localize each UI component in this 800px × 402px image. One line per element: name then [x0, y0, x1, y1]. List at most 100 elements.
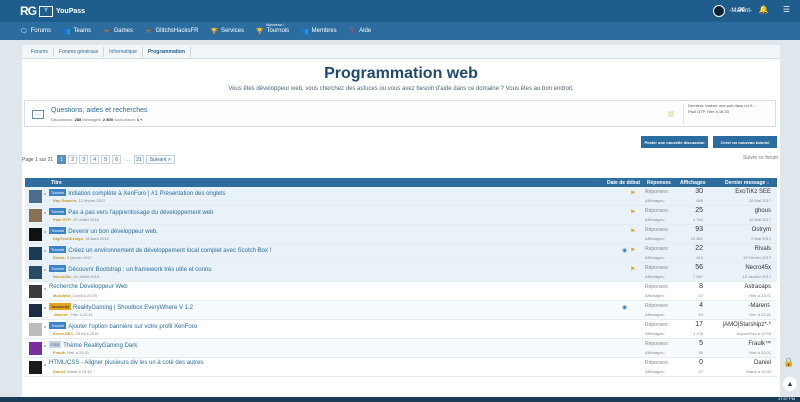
thread-title[interactable]: Tutoriel Ajouter l'option bannière sur vo… [49, 322, 197, 330]
last-post-date[interactable]: Hier à 22:41 [749, 312, 771, 317]
col-start-date[interactable]: Date de début [607, 180, 640, 186]
nav-aide[interactable]: ❓ Aide [349, 28, 372, 35]
avatar[interactable] [29, 190, 42, 203]
bell-icon[interactable]: 🔔 [759, 5, 769, 14]
col-title[interactable]: Titre [51, 180, 62, 186]
page-6[interactable]: 6 [112, 155, 122, 164]
last-post-date[interactable]: Hier à 22:41 [749, 293, 771, 298]
col-replies[interactable]: Réponses [647, 180, 671, 186]
replies-count: 17 [695, 321, 703, 328]
last-post-date[interactable]: 2 Mai 2017 [751, 236, 771, 241]
thread-prefix[interactable]: Tutoriel [49, 227, 67, 234]
site-logo[interactable]: RG [20, 4, 37, 18]
last-post-date[interactable]: 28 Mai 2017 [749, 198, 771, 203]
avatar[interactable] [29, 361, 42, 374]
last-poster[interactable]: |AMO|Starshipz*-* [723, 322, 771, 328]
page-3[interactable]: 3 [79, 155, 89, 164]
brand-name[interactable]: YouPass [56, 8, 85, 15]
thread-title[interactable]: Tutoriel Pas à pas vers l'apprentissage d… [49, 208, 213, 216]
avatar[interactable] [29, 342, 42, 355]
page-last[interactable]: 21 [134, 155, 144, 164]
thread-title[interactable]: Javascript RealityGaming | Shoutbox Every… [49, 303, 193, 311]
page-5[interactable]: 5 [101, 155, 111, 164]
thread-prefix[interactable]: Tutoriel [49, 208, 67, 215]
last-poster[interactable]: Daniel [754, 360, 771, 366]
avatar[interactable] [29, 209, 42, 222]
last-poster[interactable]: Ostrym [752, 227, 771, 233]
table-row[interactable]: Tutoriel Ajouter l'option bannière sur vo… [25, 320, 777, 339]
nav-games[interactable]: 🎮 Games [103, 28, 133, 35]
subforum-last-post[interactable]: Derniers: Insérer une pub dans un X... P… [683, 103, 775, 124]
nav-glitchshacks[interactable]: 🎮 GlitchsHacksFR [145, 28, 199, 35]
avatar[interactable] [29, 247, 42, 260]
last-poster[interactable]: -Marent- [748, 303, 771, 309]
thread-title[interactable]: HTML/CSS - Aligner plusieurs div les un … [49, 360, 203, 366]
last-poster[interactable]: Astracaps [744, 284, 771, 290]
table-row[interactable]: Tutoriel Créez un environnement de dévelo… [25, 244, 777, 263]
last-poster[interactable]: Rivals [755, 246, 771, 252]
table-row[interactable]: Javascript RealityGaming | Shoutbox Every… [25, 301, 777, 320]
table-row[interactable]: Tutoriel Initiation complète à XenForo | … [25, 187, 777, 206]
last-poster[interactable]: Fraulk™ [748, 341, 771, 347]
table-row[interactable]: CSS Thème RealityGaming Dark Fraulk, Hier… [25, 339, 777, 358]
breadcrumb-programmation[interactable]: Programmation [143, 46, 191, 57]
thread-title[interactable]: Tutoriel Créez un environnement de dévelo… [49, 246, 271, 254]
avatar[interactable] [29, 266, 42, 279]
scroll-up-icon[interactable]: ▲ [783, 377, 797, 391]
nav-membres[interactable]: 👥 Membres [301, 28, 337, 35]
avatar[interactable] [29, 304, 42, 317]
col-last-message[interactable]: Dernier message ↓ [725, 180, 769, 186]
table-row[interactable]: HTML/CSS - Aligner plusieurs div les un … [25, 358, 777, 377]
lock-icon[interactable]: 🔒 [783, 357, 794, 368]
table-row[interactable]: Tutoriel Pas à pas vers l'apprentissage d… [25, 206, 777, 225]
avatar[interactable] [29, 228, 42, 241]
last-poster[interactable]: ExoTiKz SEE [735, 189, 771, 195]
table-row[interactable]: Recherche Développeur Web McAdelia, Lund… [25, 282, 777, 301]
thread-prefix[interactable]: Tutoriel [49, 246, 67, 253]
replies-label: Réponses: [645, 189, 669, 195]
subforum-link[interactable]: Questions, aides et recherches [51, 107, 148, 114]
last-poster[interactable]: Necro45x [745, 265, 771, 271]
next-page-button[interactable]: Suivant > [145, 155, 175, 164]
avatar[interactable] [713, 5, 726, 17]
breadcrumb-forums[interactable]: Forums [26, 46, 54, 57]
avatar[interactable] [29, 285, 42, 298]
thread-title[interactable]: Tutoriel Initiation complète à XenForo | … [49, 189, 226, 197]
nav-services[interactable]: 🏆 Services [210, 28, 244, 35]
avatar[interactable] [29, 323, 42, 336]
table-row[interactable]: Tutoriel Découvrir Bootstrap : un framewo… [25, 263, 777, 282]
last-post-date[interactable]: 15 Janvier 2017 [743, 274, 771, 279]
last-post-date[interactable]: Mardi à 19:40 [747, 369, 771, 374]
thread-prefix[interactable]: Javascript [49, 303, 72, 310]
last-post-date[interactable]: Aujourd'hui à 12:33 [737, 331, 771, 336]
views-label: Affichages: [645, 236, 665, 241]
thread-title[interactable]: Tutoriel Devenir un bon développeur web. [49, 227, 158, 235]
menu-icon[interactable]: ☰ [783, 5, 790, 14]
last-poster[interactable]: ghous [755, 208, 771, 214]
new-discussion-button[interactable]: Poster une nouvelle discussion [641, 136, 708, 148]
last-post-date[interactable]: Hier à 22:01 [749, 350, 771, 355]
page-4[interactable]: 4 [90, 155, 100, 164]
thread-title[interactable]: Recherche Développeur Web [49, 284, 128, 290]
last-post-date[interactable]: 19 Février 2017 [743, 255, 771, 260]
breadcrumb-informatique[interactable]: Informatique [104, 46, 143, 57]
nav-forums[interactable]: 🗨 Forums [20, 28, 51, 35]
page-2[interactable]: 2 [68, 155, 78, 164]
thread-prefix[interactable]: Tutoriel [49, 265, 67, 272]
nav-teams[interactable]: 👥 Teams [63, 28, 91, 35]
last-post-date[interactable]: 12 Mai 2017 [749, 217, 771, 222]
thread-prefix[interactable]: CSS [49, 341, 62, 348]
nav-tournois[interactable]: Nouveau ! 🏆 Tournois [256, 22, 289, 35]
breadcrumb-general[interactable]: Forums généraux [54, 46, 105, 57]
thread-title[interactable]: CSS Thème RealityGaming Dark [49, 341, 137, 349]
views-label: Affichages: [645, 312, 665, 317]
table-row[interactable]: Tutoriel Devenir un bon développeur web. … [25, 225, 777, 244]
page-1[interactable]: 1 [57, 155, 67, 164]
mail-icon[interactable]: ✉ [738, 5, 745, 14]
col-views[interactable]: Affichages [680, 180, 706, 186]
new-tutorial-button[interactable]: Créer un nouveau tutoriel [713, 136, 777, 148]
thread-title[interactable]: Tutoriel Découvrir Bootstrap : un framewo… [49, 265, 212, 273]
follow-forum-link[interactable]: Suivre ce forum [743, 155, 778, 161]
thread-prefix[interactable]: Tutoriel [49, 189, 67, 196]
thread-prefix[interactable]: Tutoriel [49, 322, 67, 329]
